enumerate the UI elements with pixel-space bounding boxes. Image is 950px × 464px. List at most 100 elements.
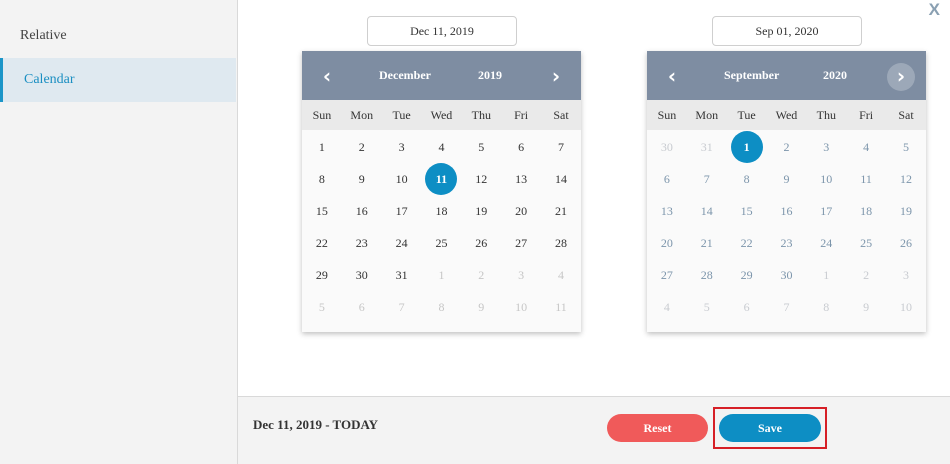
day-cell[interactable]: 5: [302, 291, 342, 323]
day-cell[interactable]: 5: [886, 131, 926, 163]
day-cell[interactable]: 15: [727, 195, 767, 227]
day-cell[interactable]: 9: [767, 163, 807, 195]
day-cell[interactable]: 5: [687, 291, 727, 323]
save-button[interactable]: Save: [719, 414, 821, 442]
day-cell[interactable]: 16: [767, 195, 807, 227]
day-cell[interactable]: 30: [647, 131, 687, 163]
day-cell[interactable]: 8: [727, 163, 767, 195]
day-cell[interactable]: 25: [422, 227, 462, 259]
day-cell[interactable]: 13: [501, 163, 541, 195]
day-cell[interactable]: 14: [687, 195, 727, 227]
selected-day-cell[interactable]: 11: [422, 163, 462, 195]
day-cell[interactable]: 7: [382, 291, 422, 323]
day-cell[interactable]: 3: [806, 131, 846, 163]
day-cell[interactable]: 2: [461, 259, 501, 291]
day-cell[interactable]: 9: [461, 291, 501, 323]
day-cell[interactable]: 4: [647, 291, 687, 323]
day-cell[interactable]: 4: [541, 259, 581, 291]
chevron-left-icon[interactable]: ‹: [658, 63, 686, 91]
day-cell[interactable]: 6: [647, 163, 687, 195]
day-cell[interactable]: 19: [886, 195, 926, 227]
day-cell[interactable]: 2: [342, 131, 382, 163]
day-cell[interactable]: 27: [501, 227, 541, 259]
selected-day-cell[interactable]: 1: [727, 131, 767, 163]
close-icon[interactable]: X: [929, 0, 940, 20]
day-cell[interactable]: 8: [422, 291, 462, 323]
day-cell[interactable]: 6: [342, 291, 382, 323]
day-cell[interactable]: 12: [886, 163, 926, 195]
day-cell[interactable]: 4: [846, 131, 886, 163]
day-cell[interactable]: 8: [302, 163, 342, 195]
day-cell[interactable]: 7: [687, 163, 727, 195]
day-cell[interactable]: 11: [541, 291, 581, 323]
day-cell[interactable]: 13: [647, 195, 687, 227]
day-cell[interactable]: 8: [806, 291, 846, 323]
day-cell[interactable]: 10: [886, 291, 926, 323]
day-cell[interactable]: 2: [767, 131, 807, 163]
day-cell[interactable]: 24: [382, 227, 422, 259]
day-number: 11: [860, 172, 872, 186]
day-cell[interactable]: 22: [727, 227, 767, 259]
day-cell[interactable]: 31: [687, 131, 727, 163]
day-cell[interactable]: 26: [886, 227, 926, 259]
day-cell[interactable]: 27: [647, 259, 687, 291]
day-number: 9: [783, 172, 790, 186]
sidebar-item-relative[interactable]: Relative: [0, 14, 236, 58]
day-cell[interactable]: 10: [806, 163, 846, 195]
day-cell[interactable]: 1: [806, 259, 846, 291]
day-cell[interactable]: 14: [541, 163, 581, 195]
day-cell[interactable]: 22: [302, 227, 342, 259]
day-cell[interactable]: 2: [846, 259, 886, 291]
day-cell[interactable]: 1: [422, 259, 462, 291]
day-cell[interactable]: 15: [302, 195, 342, 227]
day-cell[interactable]: 9: [846, 291, 886, 323]
start-calendar: ‹ December 2019 › Sun Mon Tue Wed Thu Fr…: [302, 51, 581, 332]
day-cell[interactable]: 30: [342, 259, 382, 291]
day-cell[interactable]: 29: [302, 259, 342, 291]
day-cell[interactable]: 9: [342, 163, 382, 195]
day-cell[interactable]: 20: [647, 227, 687, 259]
day-cell[interactable]: 28: [541, 227, 581, 259]
day-cell[interactable]: 6: [501, 131, 541, 163]
day-cell[interactable]: 26: [461, 227, 501, 259]
day-cell[interactable]: 6: [727, 291, 767, 323]
day-cell[interactable]: 23: [767, 227, 807, 259]
chevron-right-icon[interactable]: ›: [887, 63, 915, 91]
day-cell[interactable]: 28: [687, 259, 727, 291]
day-cell[interactable]: 7: [541, 131, 581, 163]
end-date-field[interactable]: Sep 01, 2020: [712, 16, 862, 46]
day-cell[interactable]: 17: [806, 195, 846, 227]
sidebar-item-calendar[interactable]: Calendar: [0, 58, 236, 102]
day-cell[interactable]: 12: [461, 163, 501, 195]
day-cell[interactable]: 7: [767, 291, 807, 323]
day-cell[interactable]: 25: [846, 227, 886, 259]
day-cell[interactable]: 10: [382, 163, 422, 195]
chevron-left-icon[interactable]: ‹: [313, 63, 341, 91]
start-date-field[interactable]: Dec 11, 2019: [367, 16, 517, 46]
day-cell[interactable]: 16: [342, 195, 382, 227]
day-cell[interactable]: 11: [846, 163, 886, 195]
day-cell[interactable]: 3: [382, 131, 422, 163]
day-cell[interactable]: 17: [382, 195, 422, 227]
day-cell[interactable]: 24: [806, 227, 846, 259]
day-cell[interactable]: 19: [461, 195, 501, 227]
day-cell[interactable]: 3: [501, 259, 541, 291]
reset-button[interactable]: Reset: [607, 414, 708, 442]
day-cell[interactable]: 18: [846, 195, 886, 227]
day-cell[interactable]: 10: [501, 291, 541, 323]
day-cell[interactable]: 3: [886, 259, 926, 291]
day-cell[interactable]: 21: [687, 227, 727, 259]
day-cell[interactable]: 30: [767, 259, 807, 291]
day-cell[interactable]: 4: [422, 131, 462, 163]
day-cell[interactable]: 29: [727, 259, 767, 291]
day-cell[interactable]: 5: [461, 131, 501, 163]
day-cell[interactable]: 20: [501, 195, 541, 227]
day-number: 10: [820, 172, 833, 186]
chevron-right-icon[interactable]: ›: [542, 63, 570, 91]
day-cell[interactable]: 23: [342, 227, 382, 259]
day-cell[interactable]: 1: [302, 131, 342, 163]
day-cell[interactable]: 18: [422, 195, 462, 227]
day-cell[interactable]: 21: [541, 195, 581, 227]
day-number: 8: [823, 300, 830, 314]
day-cell[interactable]: 31: [382, 259, 422, 291]
